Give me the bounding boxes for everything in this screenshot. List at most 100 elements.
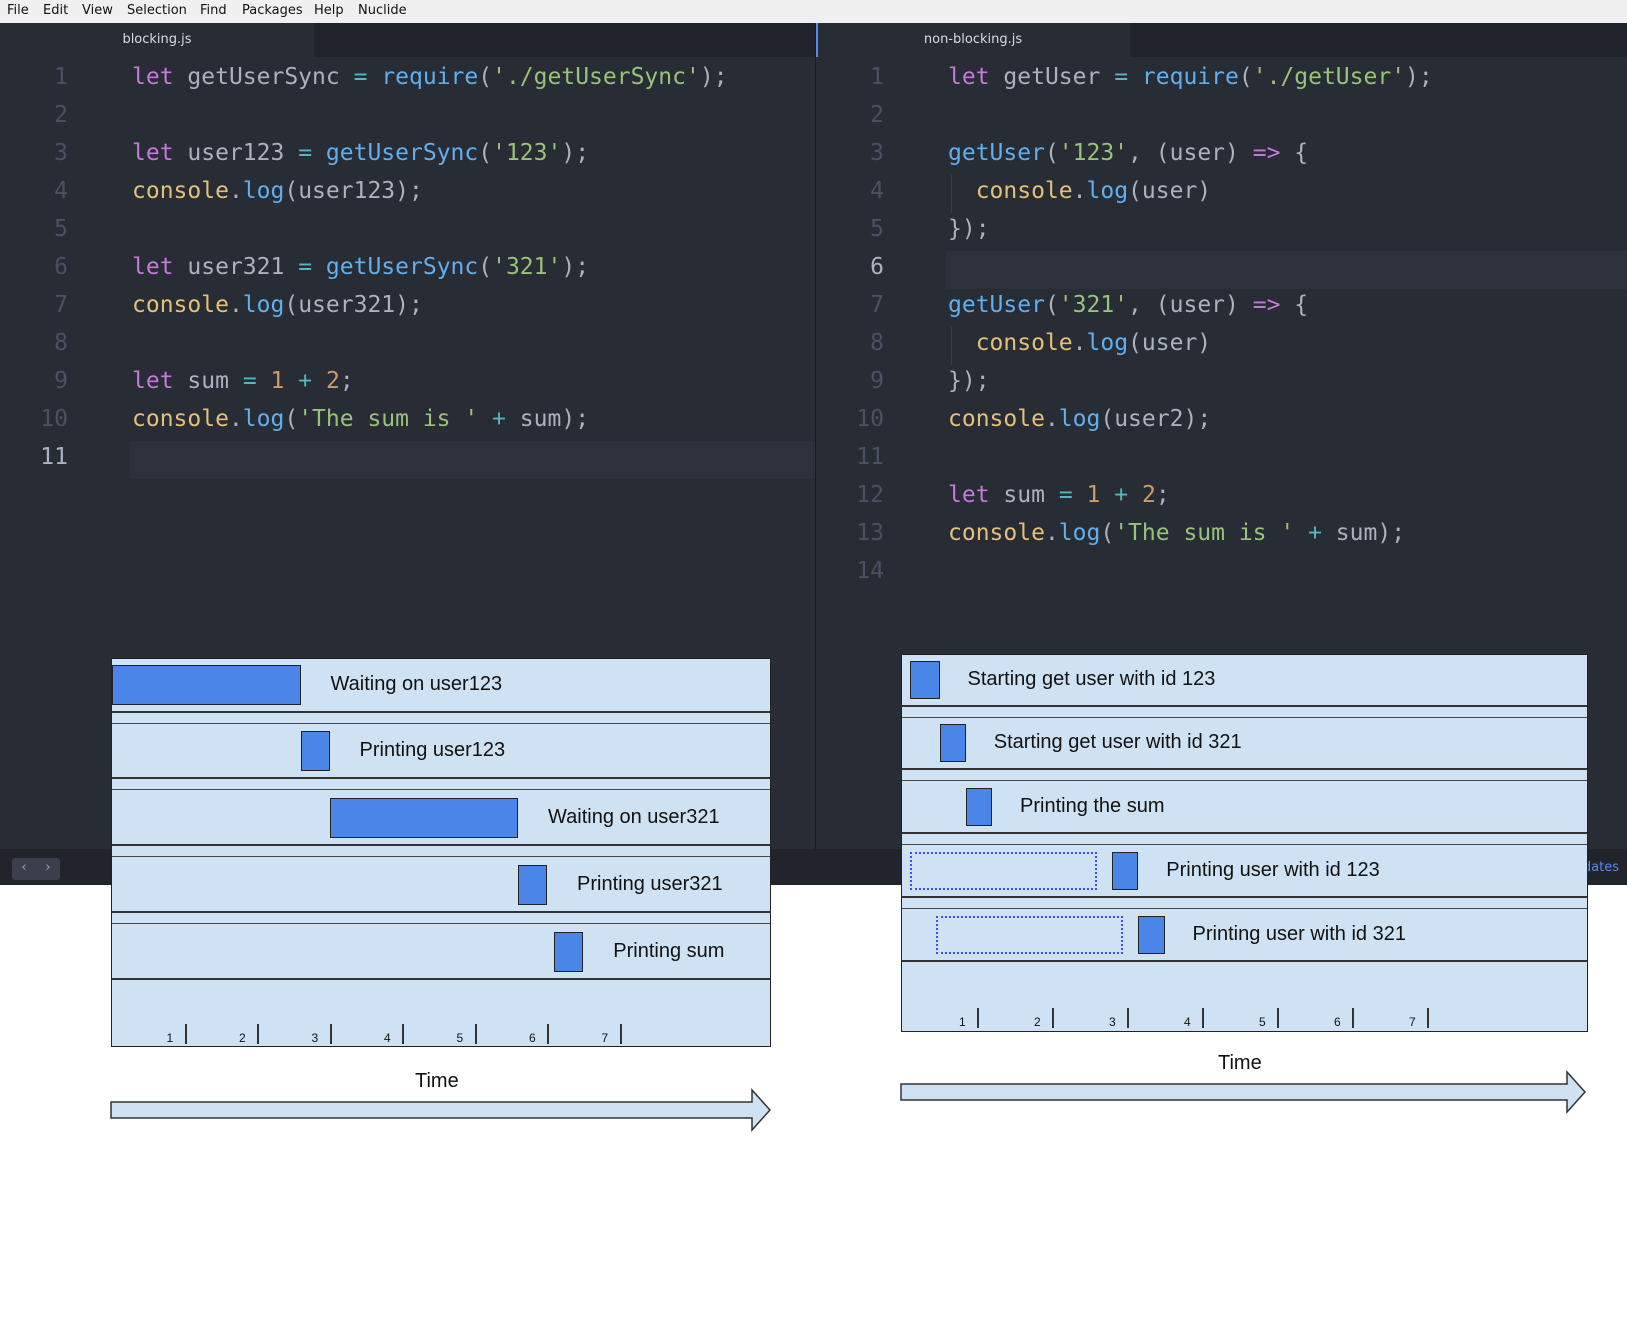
row-label: Waiting on user123 <box>330 673 503 695</box>
code-line[interactable]: 13 console.log('The sum is ' + sum); <box>816 517 1627 555</box>
line-number: 8 <box>870 330 884 356</box>
code-line[interactable]: 2 <box>816 99 1627 137</box>
code-line[interactable]: 7 getUser('321', (user) => { <box>816 289 1627 327</box>
pane-nav-buttons: ‹ › <box>12 858 60 880</box>
code-area[interactable]: 1 let getUser = require('./getUser'); 2 3 ge… <box>816 61 1627 593</box>
code-line[interactable]: 8 console.log(user) <box>816 327 1627 365</box>
timeline-bar <box>518 865 547 905</box>
code-line[interactable]: 6 let user321 = getUserSync('321'); <box>0 251 815 289</box>
axis-tick <box>474 1024 477 1044</box>
axis-tick <box>1052 1008 1054 1028</box>
code-line[interactable]: 3 getUser('123', (user) => { <box>816 137 1627 175</box>
axis-tick <box>329 1024 332 1044</box>
row-label: Printing user with id 321 <box>1192 923 1406 945</box>
tab-bar: non-blocking.js <box>816 23 1627 57</box>
code-text: console.log(user) <box>975 330 1212 356</box>
menu-help[interactable]: Help <box>314 3 344 18</box>
code-line[interactable]: 3 let user123 = getUserSync('123'); <box>0 137 815 175</box>
code-line[interactable]: 1 let getUserSync = require('./getUserSyn… <box>0 61 815 99</box>
row-label: Printing user123 <box>359 739 506 761</box>
code-line[interactable]: 11 <box>816 441 1627 479</box>
row-divider <box>902 896 1587 898</box>
indent-guide <box>951 175 952 213</box>
line-number: 1 <box>870 64 884 90</box>
tick-label: 6 <box>1334 1015 1341 1029</box>
tick-label: 6 <box>529 1031 536 1045</box>
tick-label: 5 <box>456 1031 464 1045</box>
tab-title: non-blocking.js <box>923 32 1023 47</box>
code-line[interactable]: 9}); <box>816 365 1627 403</box>
line-number: 10 <box>856 406 884 432</box>
tab-non-blocking-js[interactable]: non-blocking.js <box>816 23 1130 57</box>
code-line[interactable]: 5}); <box>816 213 1627 251</box>
line-number: 11 <box>856 444 884 470</box>
row-label: Starting get user with id 321 <box>993 731 1242 753</box>
tab-title: blocking.js <box>122 32 192 47</box>
code-text: let getUser = require('./getUser'); <box>948 64 1433 90</box>
tick-label: 2 <box>1034 1015 1041 1029</box>
tab-blocking-js[interactable]: blocking.js <box>0 23 314 57</box>
code-line[interactable]: 5 <box>0 213 815 251</box>
code-line[interactable]: 4 console.log(user) <box>816 175 1627 213</box>
time-arrow <box>900 1070 1587 1114</box>
menu-find[interactable]: Find <box>200 3 227 18</box>
line-number: 6 <box>54 254 68 280</box>
code-text: let user123 = getUserSync('123'); <box>132 140 590 166</box>
code-line[interactable]: 8 <box>0 327 815 365</box>
time-arrow <box>110 1088 772 1132</box>
active-line-highlight <box>130 441 815 479</box>
tick-label: 1 <box>959 1015 966 1029</box>
menu-packages[interactable]: Packages <box>242 3 303 18</box>
line-number: 4 <box>870 178 884 204</box>
code-area[interactable]: 1 let getUserSync = require('./getUserSyn… <box>0 61 815 479</box>
tab-bar: blocking.js <box>0 23 815 57</box>
code-line[interactable]: 10 console.log(user2); <box>816 403 1627 441</box>
tick-label: 7 <box>601 1031 609 1045</box>
status-updates-link[interactable]: dates <box>1583 860 1619 875</box>
code-text: let user321 = getUserSync('321'); <box>132 254 590 280</box>
code-line[interactable]: 11 <box>0 441 815 479</box>
code-line[interactable]: 9 let sum = 1 + 2; <box>0 365 815 403</box>
row-divider <box>112 911 770 913</box>
code-line[interactable]: 7 console.log(user321); <box>0 289 815 327</box>
waiting-outline <box>909 852 1097 890</box>
timeline-bar <box>554 932 584 972</box>
tick-label: 7 <box>1409 1015 1416 1029</box>
row-divider <box>902 844 1587 845</box>
code-line[interactable]: 2 <box>0 99 815 137</box>
line-number: 5 <box>54 216 68 242</box>
code-line[interactable]: 1 let getUser = require('./getUser'); <box>816 61 1627 99</box>
row-label: Printing sum <box>613 940 725 962</box>
line-number: 3 <box>870 140 884 166</box>
timeline-bar <box>1138 916 1165 954</box>
line-number: 10 <box>40 406 68 432</box>
line-number: 1 <box>54 64 68 90</box>
code-line[interactable]: 12 let sum = 1 + 2; <box>816 479 1627 517</box>
menu-view[interactable]: View <box>82 3 113 18</box>
code-text: let getUserSync = require('./getUserSync… <box>132 64 728 90</box>
menu-selection[interactable]: Selection <box>127 3 187 18</box>
row-divider <box>902 780 1587 781</box>
row-divider <box>902 705 1587 707</box>
menu-edit[interactable]: Edit <box>43 3 68 18</box>
timeline-bar <box>112 665 301 705</box>
menu-file[interactable]: File <box>7 3 29 18</box>
chevron-left-icon[interactable]: ‹ <box>12 860 36 875</box>
code-line[interactable]: 4 console.log(user123); <box>0 175 815 213</box>
tick-label: 5 <box>1259 1015 1266 1029</box>
code-line[interactable]: 10 console.log('The sum is ' + sum); <box>0 403 815 441</box>
tick-label: 1 <box>166 1031 174 1045</box>
code-line[interactable]: 14 <box>816 555 1627 593</box>
tick-label: 4 <box>1184 1015 1191 1029</box>
menu-nuclide[interactable]: Nuclide <box>358 3 407 18</box>
row-divider <box>902 960 1587 962</box>
row-divider <box>112 856 770 857</box>
indent-guide <box>951 327 952 365</box>
axis-tick <box>1127 1008 1129 1028</box>
line-number: 7 <box>870 292 884 318</box>
axis-tick <box>977 1008 979 1028</box>
row-divider <box>902 832 1587 834</box>
chevron-right-icon[interactable]: › <box>36 860 60 875</box>
code-line[interactable]: 6 <box>816 251 1627 289</box>
timeline-chart-non-blocking: Starting get user with id 123 Starting ge… <box>901 654 1588 1032</box>
